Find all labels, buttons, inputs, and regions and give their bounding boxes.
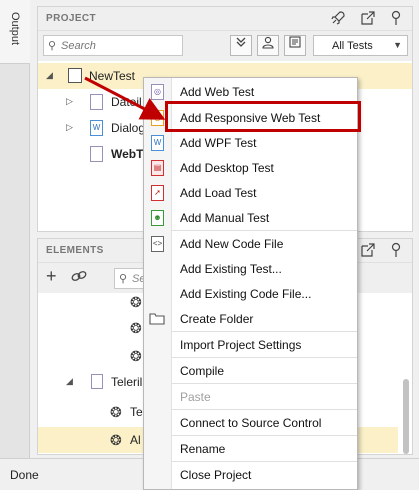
- project-panel-title: PROJECT: [46, 13, 97, 24]
- menu-item-label: Add Web Test: [180, 85, 255, 99]
- menu-item-add-manual-test[interactable]: ☻ Add Manual Test: [144, 205, 357, 231]
- menu-item-label: Add New Code File: [180, 237, 284, 251]
- element-icon: ❂: [110, 432, 122, 448]
- menu-item-label: Rename: [180, 442, 226, 456]
- load-test-icon: ➚: [151, 185, 164, 201]
- expand-toggle-icon[interactable]: ◢: [46, 70, 53, 81]
- menu-item-label: Add Existing Test...: [180, 262, 282, 276]
- web-test-icon: ◎: [151, 84, 164, 100]
- web-test-icon: [90, 146, 103, 162]
- expand-toggle-icon[interactable]: ▷: [66, 96, 73, 107]
- menu-item-add-desktop-test[interactable]: ▤ Add Desktop Test: [144, 155, 357, 181]
- menu-item-connect-to-source-control[interactable]: Connect to Source Control: [144, 410, 357, 436]
- project-toolbar: ⚲ All Tests ▼: [38, 31, 412, 61]
- menu-item-compile[interactable]: Compile: [144, 358, 357, 384]
- element-icon: ❂: [130, 348, 142, 364]
- pop-out-icon[interactable]: [359, 10, 377, 28]
- menu-item-label: Paste: [180, 390, 211, 404]
- menu-item-add-load-test[interactable]: ➚ Add Load Test: [144, 180, 357, 206]
- project-panel-header: PROJECT: [38, 7, 412, 31]
- list-view-icon[interactable]: [284, 35, 306, 56]
- tree-row-label: Dialog: [111, 121, 146, 135]
- code-file-icon: <>: [151, 236, 164, 252]
- wpf-test-icon: W: [151, 135, 164, 151]
- test-file-icon: [91, 374, 103, 389]
- pin-icon[interactable]: [387, 10, 405, 28]
- elements-panel-title: ELEMENTS: [46, 245, 104, 256]
- menu-item-label: Connect to Source Control: [180, 416, 322, 430]
- menu-item-label: Add Load Test: [180, 186, 257, 200]
- menu-item-import-project-settings[interactable]: Import Project Settings: [144, 332, 357, 358]
- menu-item-add-wpf-test[interactable]: W Add WPF Test: [144, 130, 357, 156]
- menu-item-add-existing-test[interactable]: Add Existing Test...: [144, 256, 357, 282]
- menu-item-rename[interactable]: Rename: [144, 436, 357, 462]
- tree-row-label: Dateil: [111, 95, 142, 109]
- wpf-test-icon: W: [90, 120, 103, 136]
- element-icon: ❂: [130, 294, 142, 310]
- elements-scrollbar[interactable]: [403, 379, 409, 454]
- folder-icon: [149, 312, 165, 328]
- element-row-label: Al: [130, 433, 141, 447]
- link-icon[interactable]: [70, 269, 88, 286]
- menu-item-close-project[interactable]: Close Project: [144, 462, 357, 488]
- search-icon: ⚲: [48, 40, 57, 52]
- add-icon[interactable]: +: [46, 266, 57, 287]
- context-menu: ◎ Add Web Test ◎ Add Responsive Web Test…: [143, 77, 358, 490]
- pin-icon[interactable]: [387, 242, 405, 260]
- element-icon: ❂: [110, 404, 122, 420]
- manual-test-icon: ☻: [151, 210, 164, 226]
- highlight-annotation: [165, 101, 361, 132]
- element-row-label: Te: [130, 405, 143, 419]
- menu-item-label: Close Project: [180, 468, 252, 482]
- menu-item-add-new-code-file[interactable]: <> Add New Code File: [144, 231, 357, 257]
- expand-toggle-icon[interactable]: ◢: [66, 376, 73, 387]
- menu-item-label: Add Existing Code File...: [180, 287, 312, 301]
- menu-item-add-existing-code-file[interactable]: Add Existing Code File...: [144, 281, 357, 307]
- menu-item-label: Add WPF Test: [180, 136, 257, 150]
- tree-row-label: NewTest: [89, 69, 136, 83]
- rocket-icon[interactable]: [329, 10, 347, 28]
- desktop-test-icon: ▤: [151, 160, 164, 176]
- menu-item-create-folder[interactable]: Create Folder: [144, 306, 357, 332]
- pop-out-icon[interactable]: [359, 242, 377, 260]
- chevron-down-icon: ▼: [393, 40, 402, 50]
- test-file-icon: [90, 94, 103, 110]
- menu-item-label: Compile: [180, 364, 225, 378]
- element-icon: ❂: [130, 320, 142, 336]
- responsive-web-test-icon: ◎: [151, 110, 164, 126]
- menu-item-label: Add Manual Test: [180, 211, 270, 225]
- menu-item-label: Import Project Settings: [180, 338, 302, 352]
- expand-toggle-icon[interactable]: ▷: [66, 122, 73, 133]
- collapse-all-button[interactable]: [230, 35, 252, 56]
- menu-item-paste: Paste: [144, 384, 357, 410]
- status-text: Done: [10, 468, 39, 482]
- menu-item-label: Add Desktop Test: [180, 161, 274, 175]
- output-tab-label: Output: [9, 12, 21, 46]
- side-strip: Output: [0, 0, 30, 458]
- user-icon[interactable]: [257, 35, 279, 56]
- tree-row-label: WebT: [111, 147, 144, 161]
- project-icon: [68, 68, 82, 83]
- menu-item-label: Create Folder: [180, 312, 254, 326]
- test-filter-value: All Tests: [332, 40, 373, 52]
- project-search-box[interactable]: ⚲: [43, 35, 183, 56]
- output-tab[interactable]: Output: [0, 0, 30, 64]
- search-icon: ⚲: [119, 273, 128, 285]
- test-filter-select[interactable]: All Tests ▼: [313, 35, 408, 56]
- project-search-input[interactable]: [61, 38, 179, 53]
- element-row-label: Teleril: [111, 375, 143, 389]
